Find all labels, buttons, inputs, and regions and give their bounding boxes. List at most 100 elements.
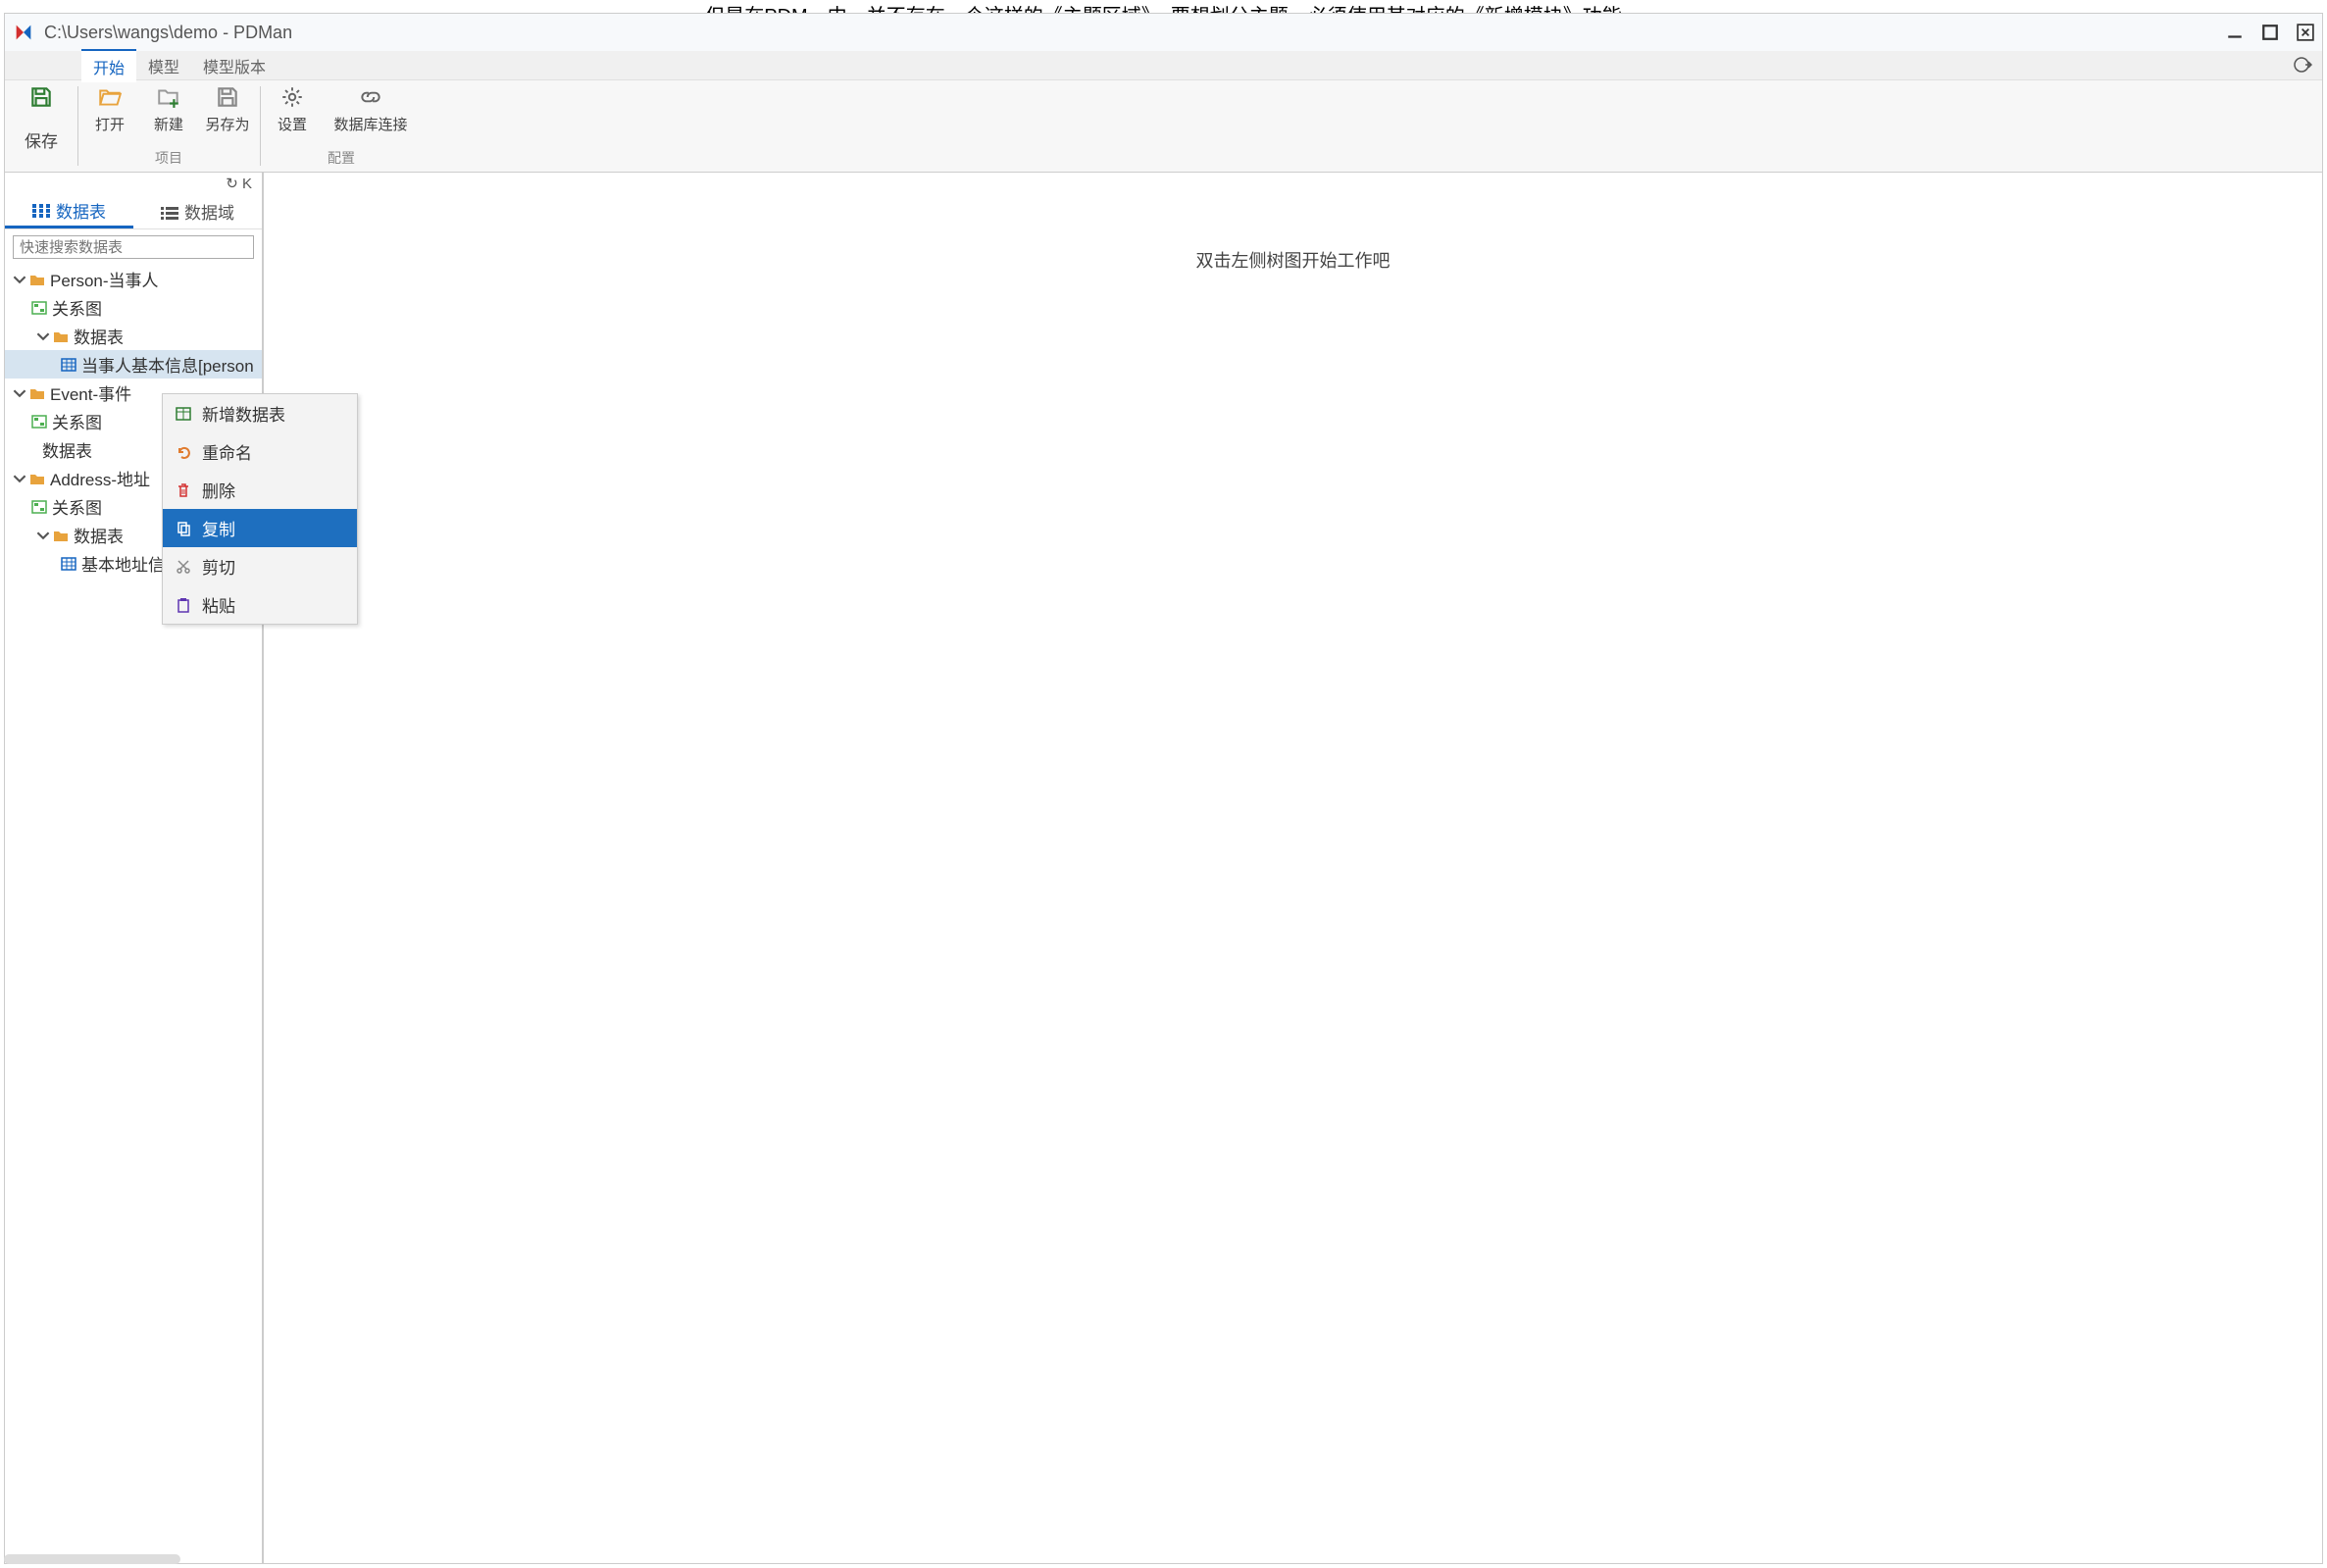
toolbar-group-config: 设置 数据库连接 配置 (260, 80, 423, 172)
menubar: 开始 模型 模型版本 (5, 51, 2322, 80)
body: ↻ K 数据表 数据域 Person-当事人 (5, 173, 2322, 1563)
folder-icon (52, 527, 70, 544)
toolbar-group-project-label: 项目 (155, 148, 182, 172)
search-input[interactable] (13, 235, 254, 259)
folder-icon (52, 328, 70, 345)
context-paste[interactable]: 粘贴 (163, 585, 357, 624)
chevron-down-icon (13, 386, 26, 400)
table-plus-icon (175, 405, 192, 423)
context-label: 复制 (202, 516, 235, 540)
save-icon (28, 84, 54, 110)
context-cut[interactable]: 剪切 (163, 547, 357, 585)
open-label: 打开 (95, 114, 125, 134)
open-button[interactable]: 打开 (85, 84, 134, 134)
context-menu: 新增数据表 重命名 删除 复制 剪切 粘贴 (162, 393, 358, 625)
titlebar: C:\Users\wangs\demo - PDMan (5, 14, 2322, 51)
diagram-icon (30, 413, 48, 430)
maximize-button[interactable] (2261, 24, 2279, 41)
tree-label: 当事人基本信息[person (81, 352, 254, 377)
db-connect-label: 数据库连接 (333, 114, 407, 134)
folder-icon (28, 271, 46, 288)
minimize-button[interactable] (2226, 24, 2244, 41)
trash-icon (175, 481, 192, 499)
sidebar: ↻ K 数据表 数据域 Person-当事人 (5, 173, 264, 1563)
chevron-down-icon (36, 529, 50, 542)
save-as-button[interactable]: 另存为 (203, 84, 252, 134)
table-icon (60, 356, 77, 374)
new-label: 新建 (154, 114, 183, 134)
window-title: C:\Users\wangs\demo - PDMan (44, 23, 2226, 43)
save-button[interactable]: 保存 (13, 80, 70, 152)
menu-tab-start[interactable]: 开始 (81, 49, 136, 82)
tree-label: 数据表 (74, 324, 124, 348)
diagram-icon (30, 299, 48, 317)
toolbar-group-config-label: 配置 (328, 148, 355, 172)
context-label: 新增数据表 (202, 401, 285, 426)
new-button[interactable]: 新建 (144, 84, 193, 134)
context-delete[interactable]: 删除 (163, 471, 357, 509)
copy-icon (175, 520, 192, 537)
tree-label: Event-事件 (50, 380, 131, 405)
context-copy[interactable]: 复制 (163, 509, 357, 547)
settings-button[interactable]: 设置 (268, 84, 317, 134)
window-controls (2226, 24, 2314, 41)
folder-icon (28, 470, 46, 487)
list-icon (161, 205, 178, 219)
sidebar-tabs: 数据表 数据域 (5, 194, 262, 229)
scissors-icon (175, 558, 192, 576)
diagram-icon (30, 498, 48, 516)
app-window: C:\Users\wangs\demo - PDMan 开始 模型 模型版本 保… (4, 13, 2323, 1564)
settings-label: 设置 (278, 114, 307, 134)
link-icon (358, 84, 383, 110)
logout-icon[interactable] (2293, 55, 2312, 75)
context-label: 粘贴 (202, 592, 235, 617)
context-label: 重命名 (202, 439, 252, 464)
context-label: 删除 (202, 478, 235, 502)
toolbar-group-project: 打开 新建 另存为 项目 (77, 80, 260, 172)
tree-label: Person-当事人 (50, 267, 159, 291)
tree-folder-person[interactable]: Person-当事人 (5, 265, 262, 293)
save-as-label: 另存为 (205, 114, 249, 134)
horizontal-scrollbar[interactable] (4, 1554, 180, 1564)
clipboard-icon (175, 596, 192, 614)
menu-tab-model-version[interactable]: 模型版本 (191, 50, 278, 81)
main-area: 双击左侧树图开始工作吧 (264, 173, 2322, 1563)
sidebar-tab-domain-label: 数据域 (184, 199, 234, 224)
close-button[interactable] (2297, 24, 2314, 41)
tree-label: 基本地址信 (81, 551, 165, 576)
save-as-icon (215, 84, 240, 110)
search-box (13, 235, 254, 259)
sidebar-top-icons[interactable]: ↻ K (5, 173, 262, 194)
tree-item-person-base[interactable]: 当事人基本信息[person (5, 350, 262, 379)
save-label: 保存 (25, 127, 58, 152)
tree-label: 关系图 (52, 295, 102, 320)
tree-label: Address-地址 (50, 466, 150, 490)
sidebar-tab-datatable[interactable]: 数据表 (5, 194, 133, 228)
tree-label: 数据表 (42, 437, 92, 462)
tree-folder-person-datatable[interactable]: 数据表 (5, 322, 262, 350)
sidebar-tab-datatable-label: 数据表 (56, 198, 106, 223)
folder-open-icon (97, 84, 123, 110)
tree-label: 关系图 (52, 494, 102, 519)
gear-icon (279, 84, 305, 110)
context-rename[interactable]: 重命名 (163, 432, 357, 471)
toolbar-group-save: 保存 (5, 80, 77, 172)
folder-icon (28, 384, 46, 402)
toolbar: 保存 打开 新建 另存为 项目 (5, 80, 2322, 173)
grid-icon (32, 203, 50, 217)
undo-icon (175, 443, 192, 461)
menu-tab-model[interactable]: 模型 (136, 50, 191, 81)
chevron-down-icon (13, 472, 26, 485)
tree-item-relationship[interactable]: 关系图 (5, 293, 262, 322)
context-label: 剪切 (202, 554, 235, 579)
sidebar-tab-domain[interactable]: 数据域 (133, 194, 262, 228)
chevron-down-icon (13, 273, 26, 286)
db-connect-button[interactable]: 数据库连接 (327, 84, 415, 134)
table-icon (60, 555, 77, 573)
folder-plus-icon (156, 84, 181, 110)
tree-label: 关系图 (52, 409, 102, 433)
chevron-down-icon (36, 329, 50, 343)
background-text: 但是在PDM…中…并不存在一个这样的《主题区域》，要想划分主题…必须使用其对应的… (0, 0, 2327, 14)
app-logo-icon (13, 22, 34, 43)
context-new-table[interactable]: 新增数据表 (163, 394, 357, 432)
